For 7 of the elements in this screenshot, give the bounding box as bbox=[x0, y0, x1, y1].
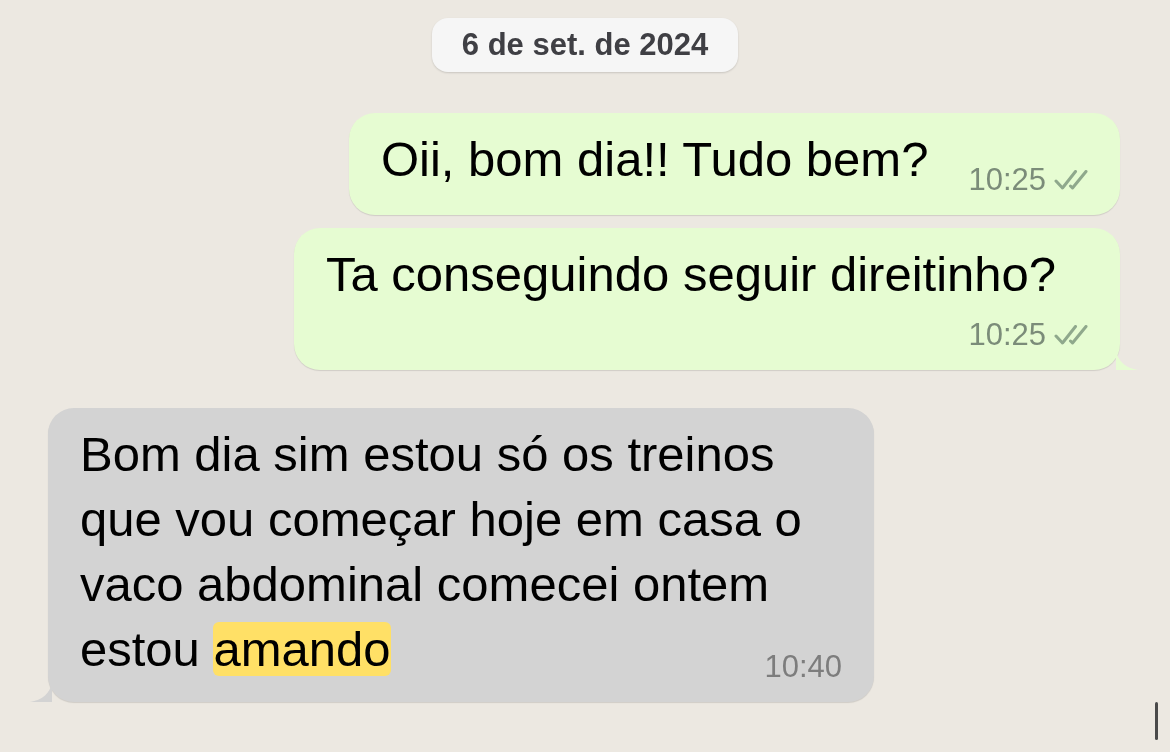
date-chip: 6 de set. de 2024 bbox=[431, 18, 739, 72]
message-text: Ta conseguindo seguir direitinho? bbox=[326, 246, 1057, 303]
message-time: 10:25 bbox=[968, 160, 1046, 199]
message-time: 10:40 bbox=[764, 647, 842, 686]
scrollbar-thumb[interactable] bbox=[1155, 702, 1158, 740]
message-text: Oii, bom dia!! Tudo bem? bbox=[380, 131, 929, 188]
message-time: 10:25 bbox=[968, 315, 1046, 354]
